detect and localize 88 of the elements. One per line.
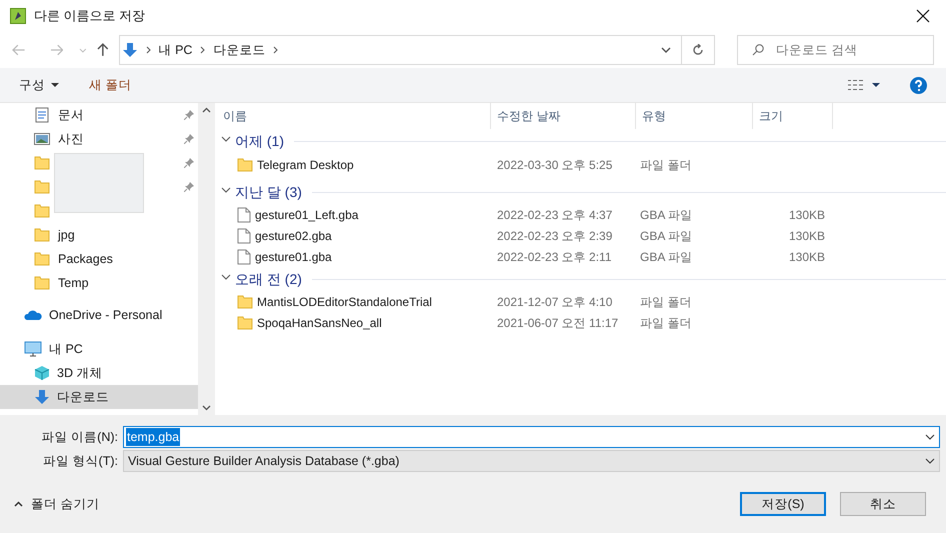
- caret-down-icon: [51, 83, 59, 87]
- dialog-button[interactable]: 취소: [840, 492, 926, 516]
- file-icon: [237, 228, 251, 244]
- chevron-right-icon: [146, 46, 151, 54]
- size-cell-text: 130KB: [788, 206, 825, 224]
- breadcrumb-item[interactable]: 다운로드: [213, 40, 266, 60]
- picture-icon: [34, 131, 50, 147]
- sidebar-item[interactable]: 다운로드: [0, 385, 198, 409]
- sidebar-item[interactable]: OneDrive - Personal: [0, 303, 198, 327]
- help-icon[interactable]: [910, 76, 927, 94]
- chevron-down-icon[interactable]: [202, 405, 211, 411]
- folder-icon: [237, 314, 253, 330]
- folder-icon: [34, 251, 50, 267]
- download-arrow-icon: [34, 389, 50, 405]
- address-bar[interactable]: 내 PC 다운로드: [118, 35, 715, 65]
- window-title: 다른 이름으로 저장: [34, 7, 146, 26]
- monitor-icon: [24, 341, 42, 357]
- chevron-down-icon[interactable]: [925, 458, 935, 464]
- sidebar-item[interactable]: Packages: [58, 250, 194, 268]
- chevron-up-icon[interactable]: [202, 107, 211, 113]
- sidebar-item[interactable]: jpg: [58, 226, 194, 244]
- date-cell-text: 2022-02-23 오후 2:11: [496, 248, 613, 266]
- type-cell-text: 파일 폴더: [639, 294, 692, 310]
- folder-icon: [34, 155, 50, 171]
- column-header[interactable]: 이름: [215, 103, 491, 129]
- app-icon: [10, 8, 26, 24]
- sidebar-item[interactable]: 사진: [58, 130, 176, 148]
- sidebar-item[interactable]: 내 PC: [0, 337, 198, 361]
- type-cell-text: 파일 폴더: [639, 157, 692, 174]
- refresh-icon[interactable]: [692, 44, 704, 56]
- folder-icon: [237, 157, 253, 173]
- folder-icon: [237, 294, 253, 310]
- up-arrow-icon[interactable]: [96, 43, 109, 57]
- sidebar-item[interactable]: 3D 개체: [0, 361, 198, 385]
- field-label: 파일 형식(T):: [42, 452, 119, 470]
- date-cell-text: 2021-12-07 오후 4:10: [496, 294, 614, 310]
- group-header[interactable]: 어제 (1): [235, 130, 284, 152]
- breadcrumb-item[interactable]: 내 PC: [158, 40, 192, 60]
- cloud-icon: [24, 309, 42, 321]
- dialog-button[interactable]: 저장(S): [740, 492, 826, 516]
- chevron-down-icon[interactable]: [660, 47, 671, 53]
- size-cell-text: 130KB: [788, 228, 825, 244]
- chevron-up-icon: [14, 501, 23, 507]
- column-header[interactable]: 유형: [636, 103, 753, 129]
- cube-icon: [34, 365, 50, 381]
- column-header[interactable]: 수정한 날짜: [491, 103, 636, 129]
- folder-icon: [34, 275, 50, 291]
- type-cell-text: GBA 파일: [639, 206, 694, 224]
- chevron-down-icon[interactable]: [925, 434, 935, 440]
- file-name[interactable]: MantisLODEditorStandaloneTrial: [257, 292, 432, 310]
- hide-folders-button[interactable]: 폴더 숨기기: [14, 494, 100, 514]
- file-type-dropdown[interactable]: Visual Gesture Builder Analysis Database (*.gba): [123, 450, 940, 472]
- download-arrow-icon: [122, 42, 138, 58]
- folder-icon: [34, 227, 50, 243]
- file-icon: [237, 206, 251, 222]
- date-cell-text: 2021-06-07 오전 11:17: [496, 314, 620, 332]
- column-header[interactable]: 크기: [753, 103, 833, 129]
- file-name-field[interactable]: temp.gba: [123, 426, 940, 448]
- type-cell-text: GBA 파일: [639, 228, 694, 244]
- search-field[interactable]: 다운로드 검색: [736, 35, 934, 65]
- folder-icon: [34, 179, 50, 195]
- group-header[interactable]: 오래 전 (2): [235, 268, 302, 290]
- new-folder-button[interactable]: 새 폴더: [89, 76, 132, 94]
- file-name[interactable]: gesture02.gba: [255, 226, 332, 244]
- sidebar-item[interactable]: 문서: [58, 106, 176, 124]
- search-icon: [752, 44, 764, 56]
- type-cell-text: 파일 폴더: [639, 314, 692, 332]
- chevron-right-icon: [273, 46, 278, 54]
- scrollbar[interactable]: [198, 103, 215, 415]
- organize-menu-button[interactable]: 구성: [19, 76, 59, 94]
- file-name[interactable]: gesture01.gba: [255, 248, 332, 266]
- file-name[interactable]: SpoqaHanSansNeo_all: [257, 314, 382, 332]
- field-label: 파일 이름(N):: [40, 428, 119, 446]
- sidebar-item[interactable]: Temp: [58, 274, 194, 292]
- view-options-icon[interactable]: [848, 79, 880, 91]
- date-cell-text: 2022-02-23 오후 2:39: [496, 228, 614, 244]
- date-cell-text: 2022-02-23 오후 4:37: [496, 206, 614, 224]
- folder-icon: [34, 203, 50, 219]
- type-cell-text: GBA 파일: [639, 248, 694, 266]
- chevron-right-icon: [200, 46, 206, 54]
- file-icon: [237, 248, 251, 264]
- close-icon[interactable]: [916, 9, 930, 23]
- date-cell-text: 2022-03-30 오후 5:25: [496, 157, 614, 174]
- file-name[interactable]: gesture01_Left.gba: [255, 206, 358, 224]
- file-name[interactable]: Telegram Desktop: [257, 156, 354, 174]
- size-cell-text: 130KB: [788, 248, 825, 266]
- group-header[interactable]: 지난 달 (3): [235, 182, 302, 202]
- document-icon: [34, 107, 50, 123]
